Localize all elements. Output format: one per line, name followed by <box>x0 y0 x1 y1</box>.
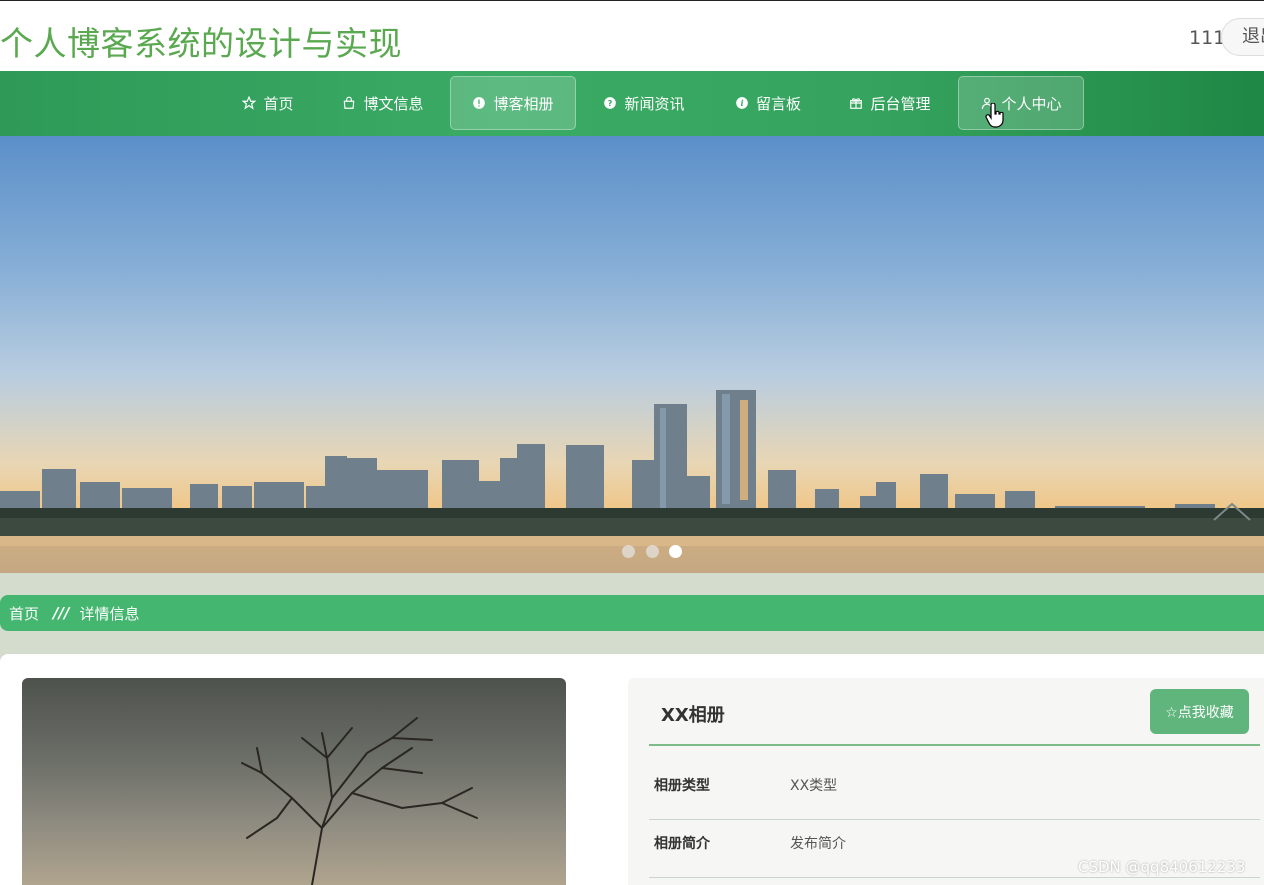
nav-label: 博文信息 <box>363 94 424 113</box>
album-intro-value: 发布简介 <box>790 836 846 852</box>
row-divider <box>649 877 1260 878</box>
info-icon: i <box>735 96 749 110</box>
nav-label: 后台管理 <box>870 94 931 113</box>
album-cover-image <box>22 678 566 885</box>
watermark: CSDN @qq840612233 <box>1078 858 1246 876</box>
banner-carousel[interactable] <box>0 136 1264 573</box>
nav-item-admin[interactable]: 后台管理 <box>836 76 944 130</box>
carousel-dot-1[interactable] <box>622 545 635 558</box>
hand-cursor-icon <box>985 102 1005 129</box>
nav-item-home[interactable]: 首页 <box>228 76 308 130</box>
nav-label: 个人中心 <box>1001 94 1062 113</box>
album-title: XX相册 <box>661 705 725 726</box>
breadcrumb-separator: /// <box>53 604 70 622</box>
main-nav: 首页 博文信息 博客相册 ? 新闻资讯 i 留言板 后台管理 个人中心 <box>0 71 1264 136</box>
question-circle-icon: ? <box>603 96 617 110</box>
svg-text:?: ? <box>608 98 613 108</box>
album-intro-label: 相册简介 <box>654 836 710 852</box>
favorite-button[interactable]: ☆点我收藏 <box>1150 689 1249 734</box>
title-divider <box>649 744 1260 746</box>
album-type-value: XX类型 <box>790 778 838 794</box>
nav-item-profile[interactable]: 个人中心 <box>958 76 1084 130</box>
star-icon <box>242 96 257 110</box>
carousel-dot-2[interactable] <box>646 545 659 558</box>
breadcrumb: 首页 /// 详情信息 <box>0 595 1264 631</box>
row-divider <box>649 819 1260 820</box>
city-skyline-image <box>0 390 1264 573</box>
nav-item-album[interactable]: 博客相册 <box>450 76 576 130</box>
svg-text:i: i <box>740 98 743 108</box>
carousel-dot-3[interactable] <box>669 545 682 558</box>
nav-item-news[interactable]: ? 新闻资讯 <box>590 76 698 130</box>
gift-icon <box>849 96 863 110</box>
tree-photo-icon <box>241 717 478 885</box>
breadcrumb-home[interactable]: 首页 <box>9 603 39 624</box>
nav-item-posts[interactable]: 博文信息 <box>328 76 438 130</box>
info-circle-icon <box>472 96 486 110</box>
nav-label: 留言板 <box>755 94 801 113</box>
user-name: 111 <box>1189 27 1226 49</box>
breadcrumb-current: 详情信息 <box>79 604 140 623</box>
nav-item-guestbook[interactable]: i 留言板 <box>720 76 816 130</box>
bag-icon <box>342 96 356 110</box>
album-type-label: 相册类型 <box>654 778 710 794</box>
nav-label: 博客相册 <box>493 94 554 113</box>
nav-label: 新闻资讯 <box>624 94 685 113</box>
top-header: 个人博客系统的设计与实现 111 退出 <box>0 0 1264 71</box>
logout-button[interactable]: 退出 <box>1221 18 1264 56</box>
site-title: 个人博客系统的设计与实现 <box>0 24 402 63</box>
nav-label: 首页 <box>263 94 294 113</box>
